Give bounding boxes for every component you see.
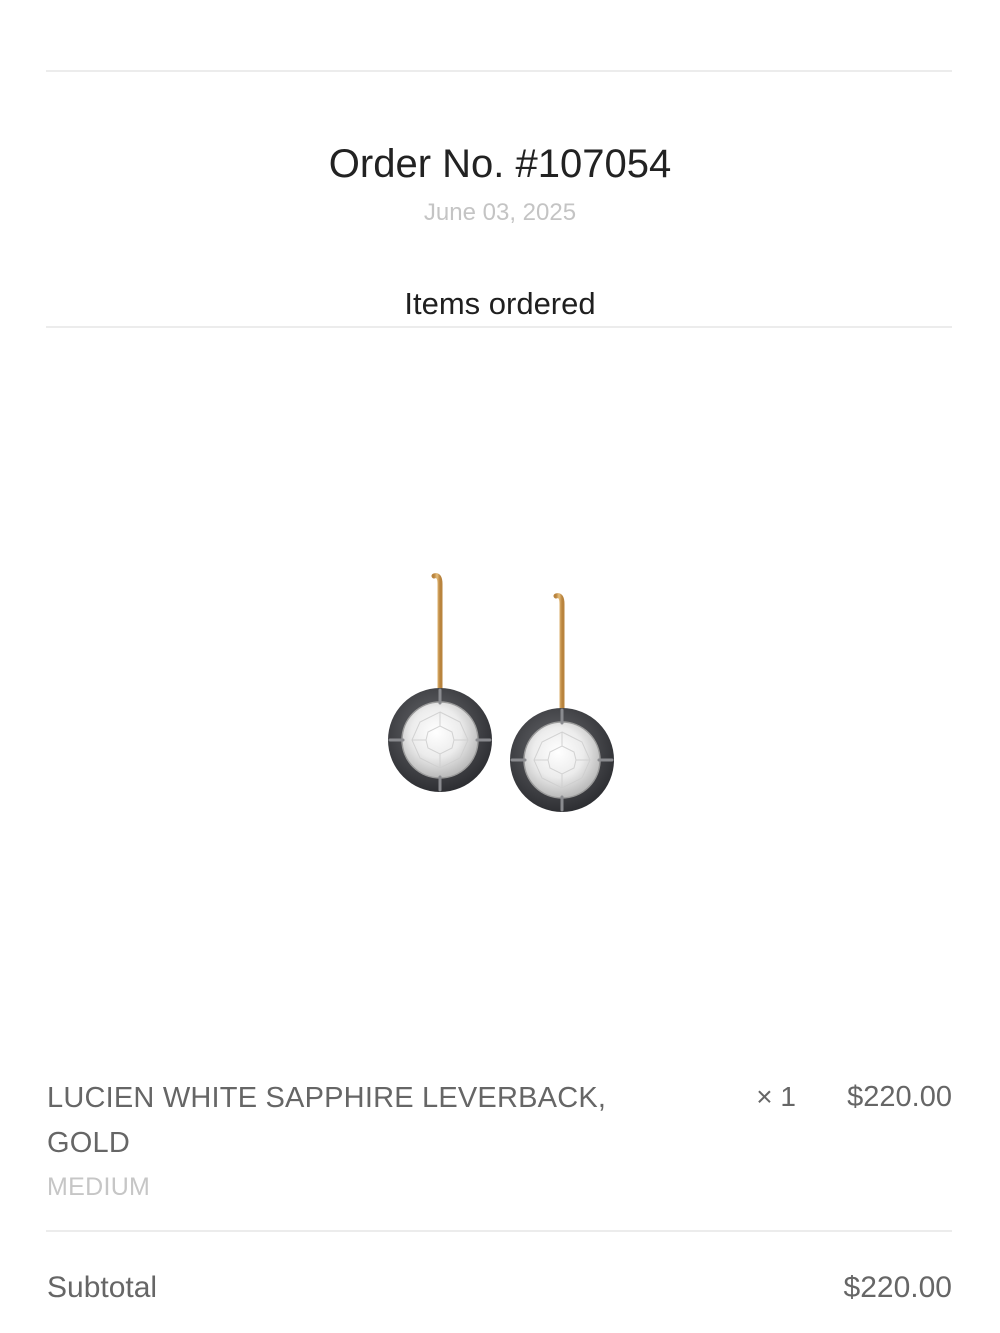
items-heading-divider bbox=[46, 326, 952, 328]
order-date: June 03, 2025 bbox=[423, 199, 577, 226]
earrings-product-image[interactable] bbox=[330, 560, 670, 840]
item-quantity: × 1 bbox=[756, 1081, 796, 1112]
summary-divider bbox=[46, 1230, 952, 1232]
item-name[interactable]: LUCIEN WHITE SAPPHIRE LEVERBACK, GOLD bbox=[47, 1076, 667, 1166]
items-ordered-heading: Items ordered bbox=[404, 286, 596, 321]
top-divider bbox=[46, 70, 952, 72]
item-variant: MEDIUM bbox=[47, 1173, 151, 1201]
right-earring bbox=[510, 593, 614, 812]
left-earring bbox=[388, 573, 492, 792]
item-price: $220.00 bbox=[847, 1081, 952, 1113]
order-number-title: Order No. #107054 bbox=[328, 142, 672, 186]
subtotal-value: $220.00 bbox=[843, 1271, 952, 1304]
subtotal-label: Subtotal bbox=[47, 1271, 158, 1304]
